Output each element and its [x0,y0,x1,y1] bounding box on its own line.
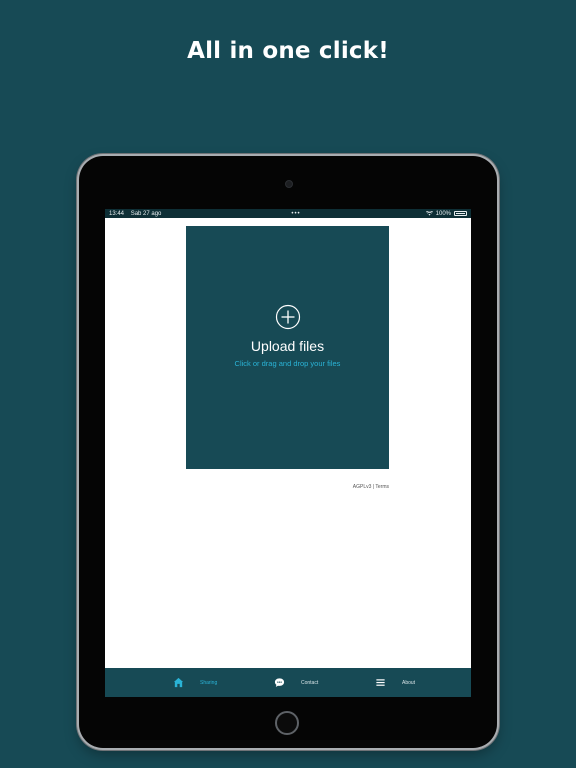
multitasking-dots-icon[interactable]: ••• [291,211,300,217]
tab-sharing[interactable]: Sharing [173,668,217,697]
tab-label-contact: Contact [301,679,319,686]
home-button[interactable] [275,711,299,735]
chat-bubble-icon [274,678,285,687]
tab-about[interactable]: About [375,668,415,697]
tab-contact[interactable]: Contact [274,668,318,697]
status-time: 13:44 [109,210,125,217]
tab-label-about: About [402,679,416,686]
bottom-tab-bar: Sharing Contact About [105,668,471,697]
battery-icon [454,211,467,216]
footer-links[interactable]: AGPLv3 | Terms [353,484,389,490]
status-right: 100% [425,210,467,217]
battery-percent: 100% [435,210,451,217]
menu-icon [376,679,385,686]
upload-dropzone[interactable]: Upload files Click or drag and drop your… [186,226,389,469]
upload-title: Upload files [250,338,325,354]
device-screen: 13:44 Sab 27 ago ••• 100% Upload files C… [105,209,471,697]
front-camera [285,180,293,188]
ipad-device-frame: 13:44 Sab 27 ago ••• 100% Upload files C… [79,156,497,748]
upload-subtitle: Click or drag and drop your files [234,359,341,368]
home-icon [173,677,184,688]
status-date: Sab 27 ago [130,210,162,217]
status-left: 13:44 Sab 27 ago [109,211,166,217]
promo-headline: All in one click! [187,38,389,64]
add-circle-icon [275,304,301,330]
wifi-icon [425,211,433,216]
status-bar: 13:44 Sab 27 ago ••• 100% [105,209,471,218]
tab-label-sharing: Sharing [200,679,218,686]
